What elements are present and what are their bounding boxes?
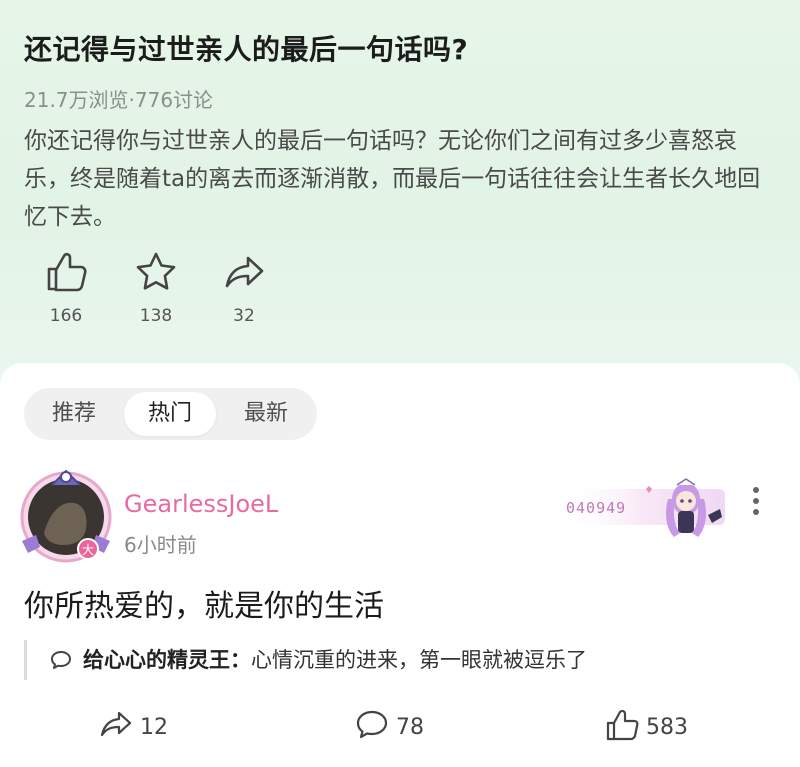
like-count: 166 — [49, 306, 83, 326]
question-stats: 21.7万浏览·776讨论 — [24, 88, 214, 112]
share-count: 32 — [233, 306, 255, 326]
share-icon — [225, 256, 264, 288]
tab-hot[interactable]: 热门 — [124, 392, 216, 436]
user-badge: 040949 — [560, 459, 730, 551]
badge-code: 040949 — [566, 499, 626, 517]
comment-icon — [356, 710, 388, 739]
question-description: 你还记得你与过世亲人的最后一句话吗？无论你们之间有过多少喜怒哀乐，终是随着ta的… — [24, 128, 761, 230]
comment-count: 78 — [396, 715, 424, 740]
comment-reply-button[interactable]: 78 — [354, 707, 424, 747]
reply-preview[interactable]: 给心心的精灵王：心情沉重的进来，第一眼就被逗乐了 — [24, 640, 744, 680]
tab-recommended[interactable]: 推荐 — [28, 392, 120, 436]
more-options-icon[interactable] — [744, 487, 768, 523]
share-count: 12 — [140, 715, 168, 740]
anime-badge-icon: 040949 — [560, 478, 725, 537]
speech-bubble-icon — [51, 651, 71, 669]
comments-card: 推荐 热门 最新 大 GearlessJoeL 6小时前 040949 你所热爱… — [0, 363, 800, 767]
reply-text: 心情沉重的进来，第一眼就被逗乐了 — [251, 648, 587, 672]
tab-latest[interactable]: 最新 — [220, 392, 312, 436]
avatar[interactable]: 大 — [14, 463, 118, 567]
avatar-tag: 大 — [82, 543, 94, 557]
comment-text: 你所热爱的，就是你的生活 — [24, 589, 384, 624]
thumbs-up-icon — [47, 252, 87, 292]
star-icon — [136, 252, 176, 290]
question-title: 还记得与过世亲人的最后一句话吗? — [24, 33, 469, 66]
like-button[interactable]: 166 — [26, 250, 106, 326]
comment-like-button[interactable]: 583 — [604, 707, 688, 747]
sort-tabs: 推荐 热门 最新 — [24, 388, 317, 440]
comment-share-button[interactable]: 12 — [98, 707, 168, 747]
avatar-frame: 大 — [20, 469, 112, 563]
thumbs-up-icon — [606, 709, 639, 741]
share-icon — [100, 711, 132, 737]
favorite-count: 138 — [139, 306, 173, 326]
comment-username[interactable]: GearlessJoeL — [124, 490, 278, 518]
share-button[interactable]: 32 — [204, 250, 284, 326]
question-header: 还记得与过世亲人的最后一句话吗? 21.7万浏览·776讨论 你还记得你与过世亲… — [0, 0, 800, 380]
reply-author: 给心心的精灵王： — [83, 648, 251, 672]
comment-time: 6小时前 — [124, 533, 197, 557]
like-count: 583 — [646, 715, 688, 740]
favorite-button[interactable]: 138 — [116, 250, 196, 326]
